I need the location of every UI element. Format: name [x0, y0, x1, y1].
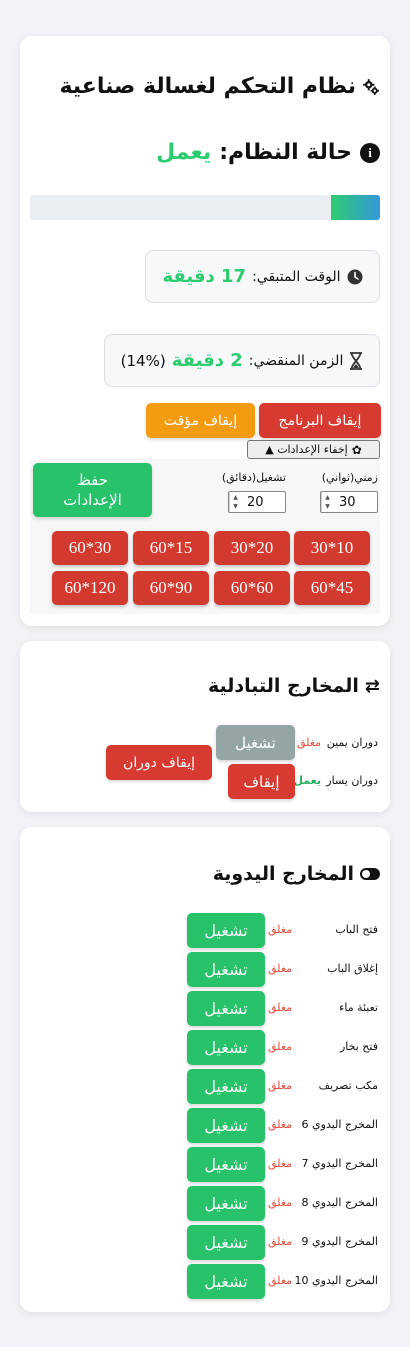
hide-settings-button[interactable]: ✿ إخفاء الإعدادات ▲ — [247, 440, 380, 459]
time-value: 30 — [339, 494, 356, 510]
system-status: i حالة النظام: يعمل — [156, 140, 380, 165]
stop-program-button[interactable]: إيقاف البرنامج — [259, 403, 381, 438]
manual-output-start-button[interactable]: تشغيل — [187, 1030, 265, 1065]
manual-output-state: مغلق — [268, 1001, 293, 1014]
preset-button[interactable]: 120*60 — [52, 571, 128, 605]
manual-output-state: مغلق — [268, 1118, 293, 1131]
elapsed-label: الزمن المنقضي: — [248, 352, 344, 369]
manual-output-state: مغلق — [268, 1235, 293, 1248]
left-rotation-label: دوران يسار — [326, 774, 378, 787]
run-stepper[interactable]: ▲ ▼ — [229, 492, 241, 512]
preset-button[interactable]: 10*30 — [294, 531, 370, 565]
toggle-icon — [360, 868, 380, 880]
manual-output-label: المخرج اليدوي 9 — [301, 1235, 378, 1248]
preset-button[interactable]: 15*60 — [133, 531, 209, 565]
manual-output-start-button[interactable]: تشغيل — [187, 1186, 265, 1221]
manual-output-start-button[interactable]: تشغيل — [187, 952, 265, 987]
remaining-value: 17 دقيقة — [162, 266, 247, 287]
time-label: زمني(ثواني) — [321, 471, 378, 484]
manual-output-state: مغلق — [268, 1196, 293, 1209]
status-label: حالة النظام: — [219, 140, 352, 165]
exchange-icon: ⇄ — [364, 675, 380, 697]
preset-button[interactable]: 20*30 — [214, 531, 290, 565]
left-rotation-state: يعمل — [293, 774, 321, 787]
progress-fill — [331, 195, 380, 220]
manual-output-label: تعبئة ماء — [339, 1001, 378, 1014]
settings-panel: زمني(ثواني) 30 ▲ ▼ تشغيل(دقائق) 20 ▲ ▼ حفظ… — [30, 459, 380, 614]
preset-button[interactable]: 90*60 — [133, 571, 209, 605]
manual-output-label: إغلاق الباب — [327, 962, 378, 975]
time-input[interactable]: 30 ▲ ▼ — [320, 491, 378, 513]
elapsed-time-box: الزمن المنقضي: 2 دقيقة (14%) — [104, 334, 380, 387]
manual-output-label: فتح الباب — [335, 923, 378, 936]
manual-output-start-button[interactable]: تشغيل — [187, 1147, 265, 1182]
preset-button[interactable]: 60*60 — [214, 571, 290, 605]
clock-icon — [347, 269, 363, 285]
swap-outputs-card: ⇄ المخارج التبادلية دوران يمين مغلق تشغي… — [20, 641, 390, 812]
control-card: نظام التحكم لغسالة صناعية i حالة النظام:… — [20, 36, 390, 626]
remaining-time-box: الوقت المتبقي: 17 دقيقة — [145, 250, 380, 303]
header: نظام التحكم لغسالة صناعية — [59, 74, 380, 99]
hourglass-icon — [349, 351, 363, 370]
remaining-label: الوقت المتبقي: — [252, 268, 341, 285]
hide-settings-label: إخفاء الإعدادات ▲ — [265, 443, 348, 456]
preset-button[interactable]: 45*60 — [294, 571, 370, 605]
swap-title: المخارج التبادلية — [207, 675, 359, 697]
page-title: نظام التحكم لغسالة صناعية — [59, 74, 356, 99]
save-settings-button[interactable]: حفظ الإعدادات — [33, 463, 152, 517]
pause-button[interactable]: إيقاف مؤقت — [146, 403, 255, 438]
run-value: 20 — [247, 494, 264, 510]
manual-output-state: مغلق — [268, 1157, 293, 1170]
gear-icon: ✿ — [351, 442, 362, 457]
manual-output-state: مغلق — [268, 923, 293, 936]
manual-output-label: المخرج اليدوي 10 — [294, 1274, 378, 1287]
status-value: يعمل — [156, 140, 212, 165]
manual-title: المخارج اليدوية — [212, 863, 354, 885]
run-label: تشغيل(دقائق) — [221, 471, 286, 484]
manual-header: المخارج اليدوية — [213, 863, 380, 885]
right-rotation-label: دوران يمين — [326, 736, 378, 749]
manual-output-label: فتح بخار — [339, 1040, 378, 1053]
right-rotation-state: مغلق — [296, 736, 321, 749]
manual-outputs-card: المخارج اليدوية فتح الباب مغلق تشغيل إغلاق … — [20, 827, 390, 1312]
elapsed-percent: (14%) — [120, 351, 166, 370]
manual-output-label: مكب تصريف — [318, 1079, 378, 1092]
right-rotation-start-button[interactable]: تشغيل — [216, 725, 295, 760]
manual-output-start-button[interactable]: تشغيل — [187, 1225, 265, 1260]
time-stepper[interactable]: ▲ ▼ — [321, 492, 333, 512]
manual-output-start-button[interactable]: تشغيل — [187, 1069, 265, 1104]
manual-output-start-button[interactable]: تشغيل — [187, 913, 265, 948]
run-input[interactable]: 20 ▲ ▼ — [228, 491, 286, 513]
gears-icon — [362, 78, 380, 96]
manual-output-state: مغلق — [268, 1274, 293, 1287]
swap-header: ⇄ المخارج التبادلية — [208, 675, 380, 697]
left-rotation-stop-button[interactable]: إيقاف — [228, 764, 295, 799]
progress-bar — [30, 195, 380, 220]
manual-output-label: المخرج اليدوي 7 — [301, 1157, 378, 1170]
manual-output-label: المخرج اليدوي 8 — [301, 1196, 378, 1209]
manual-output-start-button[interactable]: تشغيل — [187, 1264, 265, 1299]
stop-rotation-button[interactable]: إيقاف دوران — [106, 745, 212, 780]
manual-output-state: مغلق — [268, 1040, 293, 1053]
manual-output-label: المخرج اليدوي 6 — [301, 1118, 378, 1131]
preset-button[interactable]: 30*60 — [52, 531, 128, 565]
manual-output-start-button[interactable]: تشغيل — [187, 991, 265, 1026]
manual-output-state: مغلق — [268, 962, 293, 975]
manual-output-start-button[interactable]: تشغيل — [187, 1108, 265, 1143]
info-icon: i — [360, 142, 380, 163]
elapsed-value: 2 دقيقة — [171, 350, 243, 371]
manual-output-state: مغلق — [268, 1079, 293, 1092]
